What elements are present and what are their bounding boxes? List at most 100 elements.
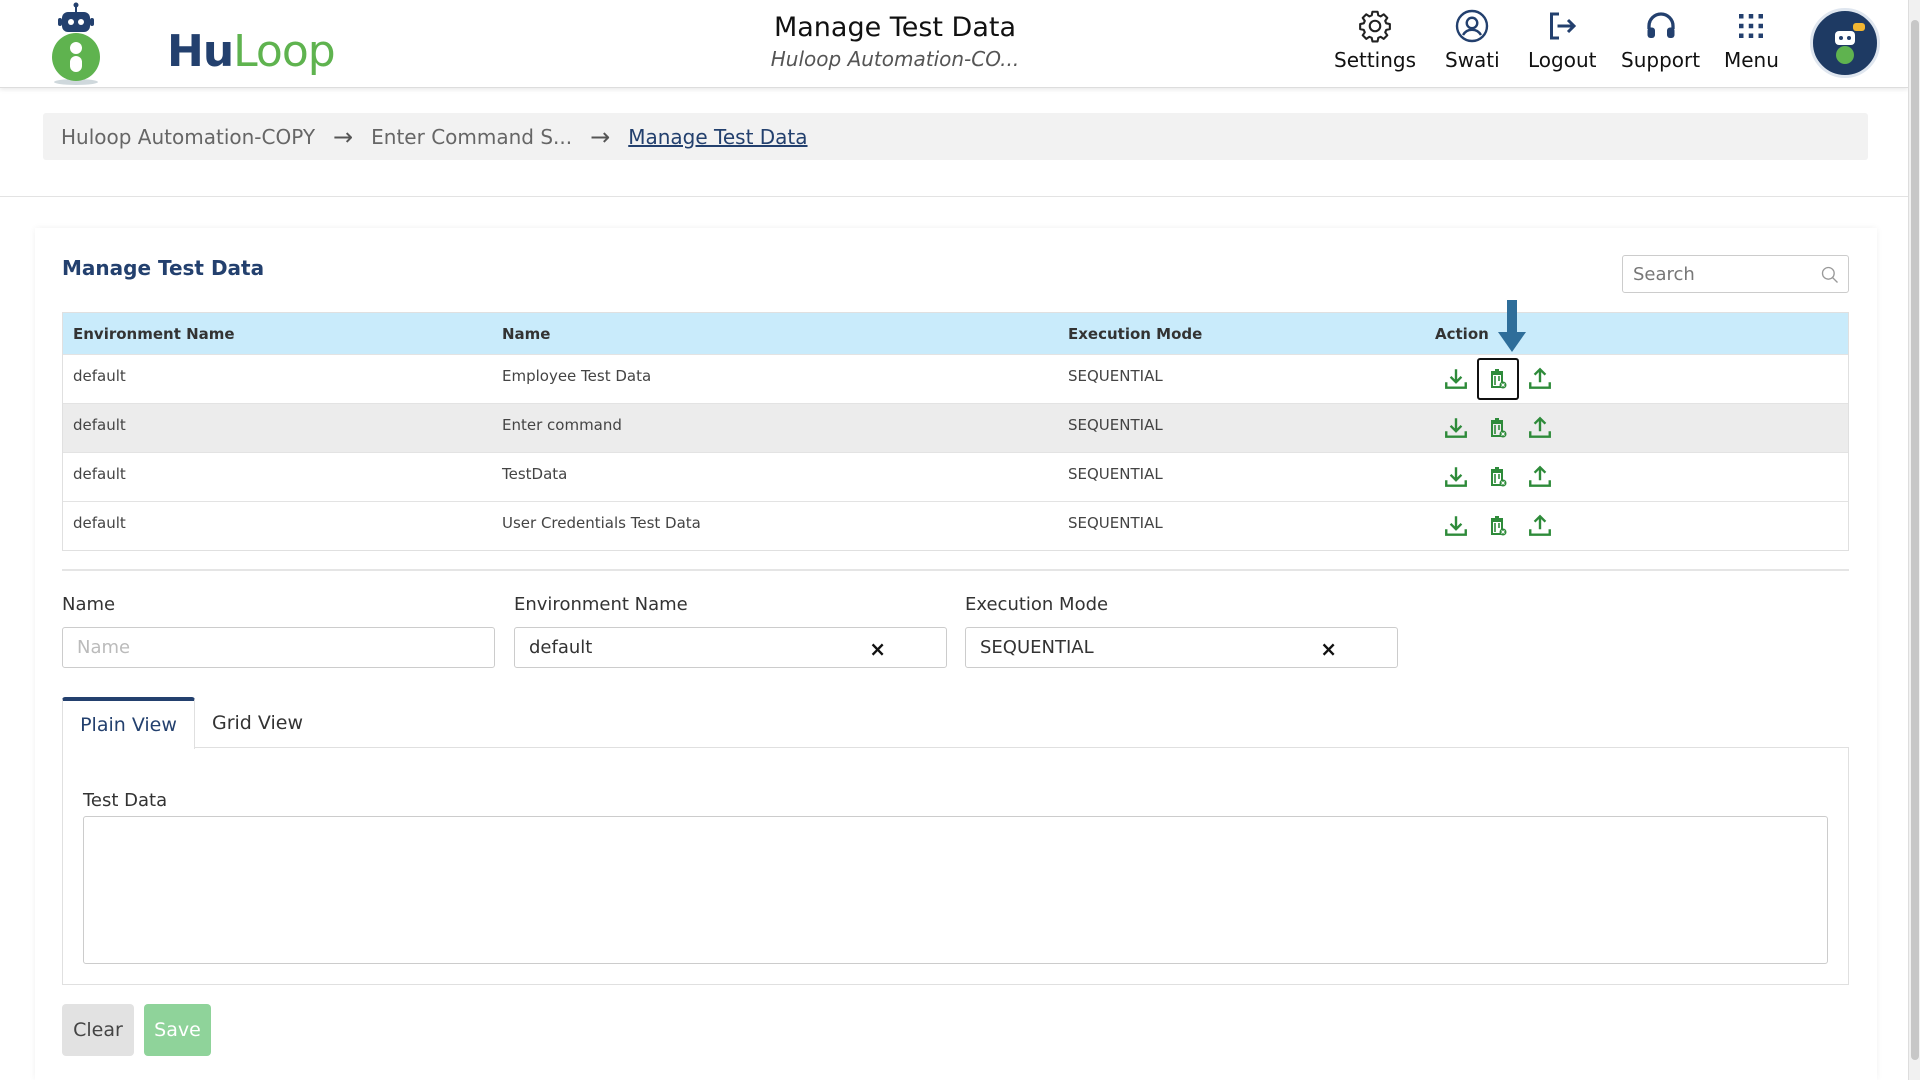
row-actions xyxy=(1435,505,1848,547)
test-data-textarea[interactable] xyxy=(83,816,1828,964)
upload-button[interactable] xyxy=(1519,456,1561,498)
robot-mascot-icon xyxy=(52,2,100,85)
user-circle-icon xyxy=(1456,9,1489,43)
execution-mode-value: SEQUENTIAL xyxy=(980,637,1094,658)
logo-text-loop: Loop xyxy=(233,26,336,77)
breadcrumb-separator-icon: → xyxy=(333,122,354,151)
header-divider xyxy=(0,196,1908,197)
test-data-table: Environment Name Name Execution Mode Act… xyxy=(62,312,1849,551)
clear-button[interactable]: Clear xyxy=(62,1004,134,1056)
user-label: Swati xyxy=(1445,48,1500,72)
section-divider xyxy=(62,569,1849,571)
huloop-logo[interactable]: HuLoop xyxy=(50,2,336,86)
tab-grid-view[interactable]: Grid View xyxy=(200,697,315,748)
breadcrumb-current[interactable]: Manage Test Data xyxy=(628,125,807,149)
grid-menu-icon xyxy=(1739,14,1764,38)
download-button[interactable] xyxy=(1435,407,1477,449)
upload-button[interactable] xyxy=(1519,358,1561,400)
download-icon xyxy=(1445,516,1467,536)
page-scrollbar[interactable] xyxy=(1908,0,1920,1080)
search-box xyxy=(1622,255,1849,293)
cell-environment: default xyxy=(73,367,126,385)
user-profile-button[interactable]: Swati xyxy=(1445,8,1500,72)
download-button[interactable] xyxy=(1435,456,1477,498)
project-subtitle: Huloop Automation-CO... xyxy=(770,47,1020,71)
name-label: Name xyxy=(62,594,116,615)
trash-icon xyxy=(1491,418,1507,438)
header-title-block: Manage Test Data Huloop Automation-CO... xyxy=(700,12,1090,71)
logo-wordmark: HuLoop xyxy=(167,26,336,77)
clear-execution-mode-icon[interactable]: × xyxy=(1320,637,1337,661)
upload-button[interactable] xyxy=(1519,407,1561,449)
scrollbar-thumb[interactable] xyxy=(1911,20,1919,1060)
table-row[interactable]: default Employee Test Data SEQUENTIAL xyxy=(63,354,1848,403)
download-icon xyxy=(1445,418,1467,438)
bot-avatar-icon xyxy=(1835,23,1865,64)
execution-mode-select[interactable]: SEQUENTIAL × xyxy=(965,627,1398,668)
header-environment-name: Environment Name xyxy=(73,324,235,343)
execution-mode-label: Execution Mode xyxy=(965,594,1109,615)
name-input[interactable] xyxy=(77,637,477,658)
trash-icon xyxy=(1491,467,1507,487)
support-button[interactable]: Support xyxy=(1621,8,1700,72)
header-name: Name xyxy=(502,324,551,343)
table-header-row: Environment Name Name Execution Mode Act… xyxy=(63,313,1848,354)
cell-mode: SEQUENTIAL xyxy=(1068,367,1163,385)
delete-button[interactable] xyxy=(1477,407,1519,449)
app-header: HuLoop Manage Test Data Huloop Automatio… xyxy=(0,0,1908,88)
breadcrumb-separator-icon: → xyxy=(590,122,611,151)
cell-environment: default xyxy=(73,514,126,532)
upload-icon xyxy=(1529,514,1551,536)
settings-button[interactable]: Settings xyxy=(1334,8,1416,72)
cell-mode: SEQUENTIAL xyxy=(1068,514,1163,532)
delete-button[interactable] xyxy=(1477,456,1519,498)
table-row[interactable]: default TestData SEQUENTIAL xyxy=(63,452,1848,501)
header-execution-mode: Execution Mode xyxy=(1068,324,1203,343)
cell-mode: SEQUENTIAL xyxy=(1068,465,1163,483)
card-title: Manage Test Data xyxy=(62,256,265,280)
trash-icon xyxy=(1491,369,1507,389)
breadcrumb-command[interactable]: Enter Command S... xyxy=(371,125,572,149)
clear-environment-icon[interactable]: × xyxy=(869,637,886,661)
cell-environment: default xyxy=(73,416,126,434)
breadcrumb: Huloop Automation-COPY → Enter Command S… xyxy=(43,113,1868,160)
upload-icon xyxy=(1529,367,1551,389)
cell-name: Enter command xyxy=(502,416,622,434)
download-icon xyxy=(1445,369,1467,389)
cell-name: Employee Test Data xyxy=(502,367,652,385)
cell-mode: SEQUENTIAL xyxy=(1068,416,1163,434)
delete-button[interactable] xyxy=(1477,358,1519,400)
table-row[interactable]: default Enter command SEQUENTIAL xyxy=(63,403,1848,452)
assistant-avatar[interactable] xyxy=(1810,8,1880,78)
download-button[interactable] xyxy=(1435,505,1477,547)
upload-icon xyxy=(1529,465,1551,487)
download-button[interactable] xyxy=(1435,358,1477,400)
tab-plain-view[interactable]: Plain View xyxy=(62,697,195,749)
gear-icon xyxy=(1359,10,1391,43)
support-label: Support xyxy=(1621,48,1701,72)
logo-text-hu: Hu xyxy=(167,26,234,77)
trash-icon xyxy=(1491,516,1507,536)
environment-name-select[interactable]: default × xyxy=(514,627,947,668)
breadcrumb-project[interactable]: Huloop Automation-COPY xyxy=(61,125,315,149)
download-icon xyxy=(1445,467,1467,487)
cell-environment: default xyxy=(73,465,126,483)
cell-name: User Credentials Test Data xyxy=(502,514,701,532)
logout-icon xyxy=(1550,12,1577,40)
environment-name-label: Environment Name xyxy=(514,594,688,615)
search-input[interactable] xyxy=(1623,256,1803,292)
table-row[interactable]: default User Credentials Test Data SEQUE… xyxy=(63,501,1848,550)
search-icon[interactable] xyxy=(1820,265,1840,285)
headset-icon xyxy=(1646,12,1675,38)
row-actions xyxy=(1435,456,1848,498)
upload-button[interactable] xyxy=(1519,505,1561,547)
logout-button[interactable]: Logout xyxy=(1528,8,1596,72)
menu-label: Menu xyxy=(1724,48,1779,72)
test-data-label: Test Data xyxy=(83,790,168,811)
menu-button[interactable]: Menu xyxy=(1724,8,1779,72)
pointer-arrow-icon xyxy=(1498,300,1526,352)
upload-icon xyxy=(1529,416,1551,438)
save-button[interactable]: Save xyxy=(144,1004,211,1056)
delete-button[interactable] xyxy=(1477,505,1519,547)
row-actions xyxy=(1435,358,1848,400)
